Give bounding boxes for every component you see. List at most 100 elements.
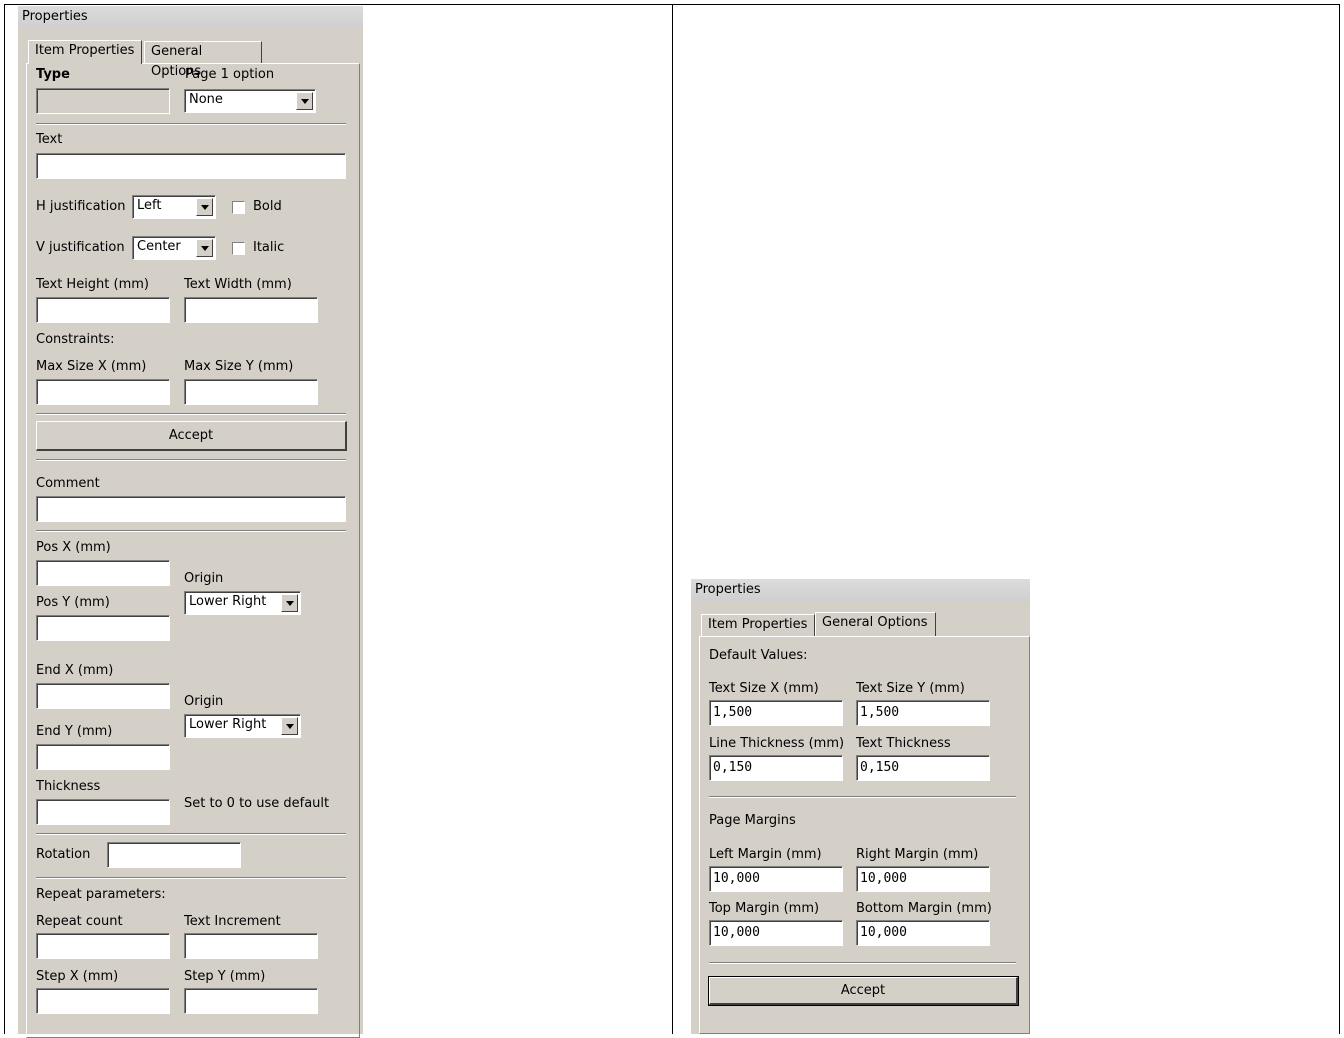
separator <box>36 459 346 461</box>
vjust-label: V justification <box>36 240 125 255</box>
step-y-label: Step Y (mm) <box>184 969 266 984</box>
origin2-select[interactable]: Lower Right <box>184 714 301 738</box>
pos-x-label: Pos X (mm) <box>36 540 111 555</box>
tab-general-options[interactable]: General Options <box>144 41 262 79</box>
origin-label: Origin <box>184 571 224 586</box>
bottom-margin-label: Bottom Margin (mm) <box>856 901 992 916</box>
bottom-margin-input[interactable]: 10,000 <box>856 920 990 946</box>
chevron-down-icon[interactable] <box>196 239 213 257</box>
italic-checkbox[interactable] <box>232 242 245 255</box>
repeat-count-label: Repeat count <box>36 914 123 929</box>
rotation-label: Rotation <box>36 847 91 862</box>
pos-y-label: Pos Y (mm) <box>36 595 110 610</box>
separator <box>36 413 346 415</box>
bold-checkbox[interactable] <box>232 201 245 214</box>
default-values-label: Default Values: <box>709 648 808 663</box>
tab-item-properties[interactable]: Item Properties <box>701 614 815 636</box>
accept-button[interactable]: Accept <box>36 421 347 451</box>
separator <box>36 877 346 879</box>
step-x-input[interactable] <box>36 988 170 1014</box>
type-field <box>36 88 170 114</box>
max-size-y-label: Max Size Y (mm) <box>184 359 294 374</box>
text-increment-input[interactable] <box>184 933 318 959</box>
frame-left <box>4 4 5 1034</box>
left-properties-panel: Properties Item Properties General Optio… <box>18 6 363 1038</box>
hjust-label: H justification <box>36 199 126 214</box>
max-size-x-input[interactable] <box>36 379 170 405</box>
comment-input[interactable] <box>36 496 346 522</box>
chevron-down-icon[interactable] <box>196 198 213 216</box>
accept-button[interactable]: Accept <box>708 976 1019 1006</box>
end-x-label: End X (mm) <box>36 663 114 678</box>
top-margin-label: Top Margin (mm) <box>709 901 820 916</box>
text-thickness-label: Text Thickness <box>856 736 951 751</box>
top-margin-input[interactable]: 10,000 <box>709 920 843 946</box>
left-margin-input[interactable]: 10,000 <box>709 866 843 892</box>
line-thickness-input[interactable]: 0,150 <box>709 755 843 781</box>
pos-x-input[interactable] <box>36 560 170 586</box>
max-size-y-input[interactable] <box>184 379 318 405</box>
end-x-input[interactable] <box>36 683 170 709</box>
separator <box>709 962 1016 964</box>
origin2-value: Lower Right <box>189 717 267 732</box>
text-input[interactable] <box>36 153 346 179</box>
text-width-label: Text Width (mm) <box>184 277 292 292</box>
thickness-input[interactable] <box>36 799 170 825</box>
right-margin-label: Right Margin (mm) <box>856 847 979 862</box>
repeat-count-input[interactable] <box>36 933 170 959</box>
max-size-x-label: Max Size X (mm) <box>36 359 147 374</box>
text-increment-label: Text Increment <box>184 914 281 929</box>
frame-divider <box>672 4 673 1034</box>
separator <box>709 796 1016 798</box>
origin-select[interactable]: Lower Right <box>184 591 301 615</box>
vjust-value: Center <box>137 239 181 254</box>
end-y-input[interactable] <box>36 744 170 770</box>
thickness-label: Thickness <box>36 779 101 794</box>
text-size-y-label: Text Size Y (mm) <box>856 681 965 696</box>
constraints-label: Constraints: <box>36 332 115 347</box>
page1-option-label: Page 1 option <box>185 67 275 82</box>
hjust-value: Left <box>137 198 162 213</box>
frame-right <box>1339 4 1340 1034</box>
right-properties-panel: Properties Item Properties General Optio… <box>691 579 1030 1034</box>
comment-label: Comment <box>36 476 100 491</box>
bold-label: Bold <box>253 199 282 214</box>
vjust-select[interactable]: Center <box>132 236 216 260</box>
page-margins-label: Page Margins <box>709 813 796 828</box>
separator <box>36 833 346 835</box>
chevron-down-icon[interactable] <box>281 717 298 735</box>
end-y-label: End Y (mm) <box>36 724 113 739</box>
repeat-params-label: Repeat parameters: <box>36 887 166 902</box>
page1-option-value: None <box>189 92 223 107</box>
left-panel-title: Properties <box>18 6 363 28</box>
text-height-input[interactable] <box>36 297 170 323</box>
separator <box>36 530 346 532</box>
text-width-input[interactable] <box>184 297 318 323</box>
separator <box>36 123 346 125</box>
right-margin-input[interactable]: 10,000 <box>856 866 990 892</box>
text-label: Text <box>36 132 63 147</box>
text-size-x-input[interactable]: 1,500 <box>709 700 843 726</box>
step-x-label: Step X (mm) <box>36 969 119 984</box>
left-margin-label: Left Margin (mm) <box>709 847 822 862</box>
text-height-label: Text Height (mm) <box>36 277 150 292</box>
tab-item-properties[interactable]: Item Properties <box>28 40 142 64</box>
text-size-y-input[interactable]: 1,500 <box>856 700 990 726</box>
pos-y-input[interactable] <box>36 615 170 641</box>
origin2-label: Origin <box>184 694 224 709</box>
text-size-x-label: Text Size X (mm) <box>709 681 819 696</box>
step-y-input[interactable] <box>184 988 318 1014</box>
origin-value: Lower Right <box>189 594 267 609</box>
tab-general-options[interactable]: General Options <box>815 612 936 636</box>
chevron-down-icon[interactable] <box>281 594 298 612</box>
italic-label: Italic <box>253 240 285 255</box>
thickness-hint: Set to 0 to use default <box>184 796 330 811</box>
hjust-select[interactable]: Left <box>132 195 216 219</box>
chevron-down-icon[interactable] <box>296 92 313 110</box>
type-label: Type <box>36 67 70 82</box>
text-thickness-input[interactable]: 0,150 <box>856 755 990 781</box>
line-thickness-label: Line Thickness (mm) <box>709 736 845 751</box>
rotation-input[interactable] <box>107 842 241 868</box>
page1-option-select[interactable]: None <box>184 89 316 113</box>
right-panel-title: Properties <box>691 579 1030 601</box>
